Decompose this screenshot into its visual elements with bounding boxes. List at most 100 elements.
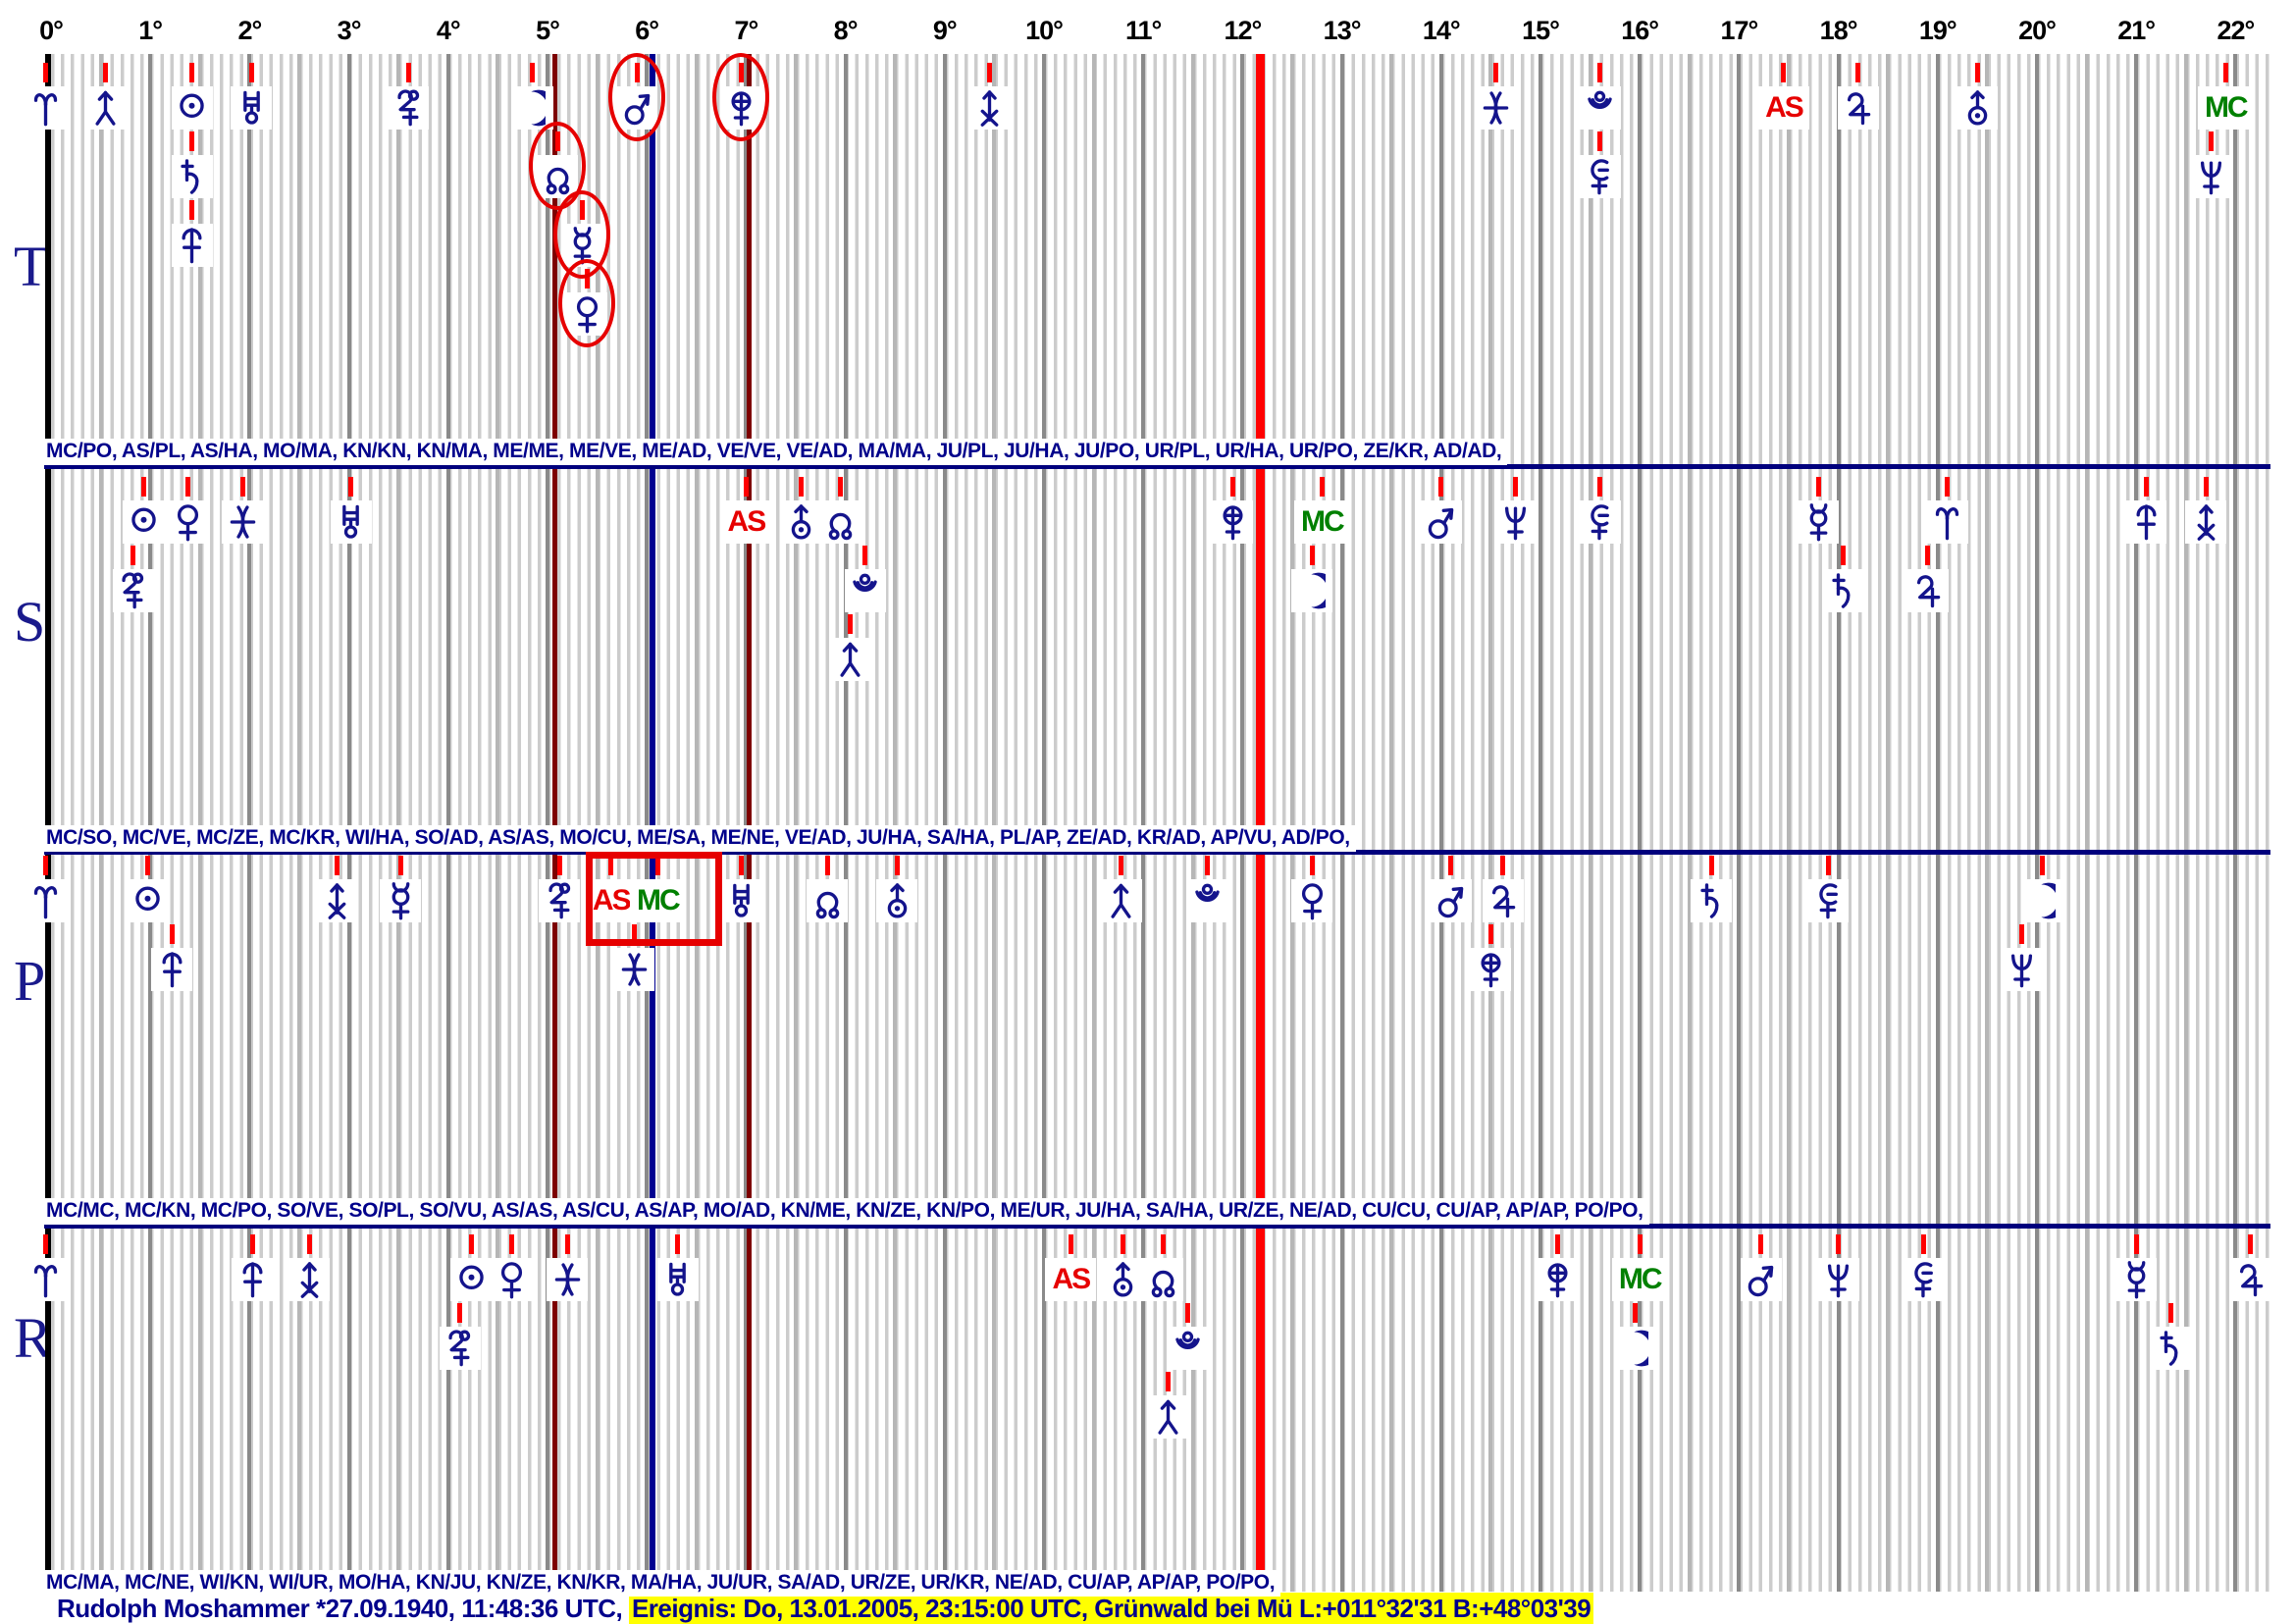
midpoint-list-row: MC/PO, AS/PL, AS/HA, MO/MA, KN/KN, KN/MA… (44, 439, 1507, 465)
glyph-uranus-icon (331, 500, 372, 544)
half-degree-grid-line (198, 54, 202, 1592)
glyph-aries-icon (26, 879, 67, 922)
title-bar: Rudolph Moshammer *27.09.1940, 11:48:36 … (57, 1594, 1593, 1624)
glyph-cupido-icon (539, 879, 580, 922)
glyph-zeus-icon (1101, 879, 1142, 922)
glyph-node-icon (820, 500, 861, 544)
glyph-neptune-icon (1818, 1258, 1859, 1301)
axis-degree-label: 16° (1605, 16, 1674, 46)
degree-grid-line (1936, 54, 1940, 1592)
half-degree-grid-line (1290, 54, 1294, 1592)
glyph-sun-icon (450, 1258, 492, 1301)
glyph-kronos-icon (151, 948, 192, 991)
position-tick (557, 856, 562, 875)
glyph-saturn-icon (1691, 879, 1732, 922)
axis-degree-label: 6° (612, 16, 681, 46)
degree-grid-line (844, 54, 848, 1592)
glyph-aries-icon (26, 86, 67, 130)
position-tick (1925, 546, 1930, 565)
axis-degree-label: 8° (811, 16, 880, 46)
glyph-vulkanus-icon (1103, 1258, 1144, 1301)
midheaven-label: MC (1612, 1258, 1667, 1301)
degree-grid-line (1737, 54, 1741, 1592)
position-tick (848, 614, 853, 634)
degree-grid-line (645, 54, 649, 1592)
glyph-jupiter-icon (2230, 1258, 2271, 1301)
position-tick (2019, 924, 2024, 944)
half-degree-grid-line (496, 54, 499, 1592)
glyph-mercury-icon (1798, 500, 1839, 544)
degree-grid-line (247, 54, 251, 1592)
glyph-hades-icon (1904, 1258, 1945, 1301)
position-tick (799, 477, 804, 497)
position-tick (2209, 131, 2214, 151)
axis-b (747, 54, 752, 1592)
position-tick (838, 477, 843, 497)
half-degree-grid-line (1688, 54, 1692, 1592)
position-tick (1855, 63, 1860, 82)
glyph-mars-icon (1741, 1258, 1782, 1301)
position-tick (457, 1303, 462, 1323)
axis-degree-label: 11° (1109, 16, 1177, 46)
position-tick (240, 477, 245, 497)
position-tick (398, 856, 403, 875)
axis-degree-label: 5° (513, 16, 582, 46)
position-tick (145, 856, 150, 875)
glyph-sun-icon (127, 879, 168, 922)
half-degree-grid-line (1589, 54, 1592, 1592)
glyph-neptune-icon (1495, 500, 1537, 544)
emphasis-rectangle (586, 852, 721, 946)
position-tick (1633, 1303, 1638, 1323)
position-tick (1841, 546, 1846, 565)
glyph-saturn-icon (2151, 1327, 2192, 1370)
glyph-mercury-icon (380, 879, 421, 922)
glyph-kronos-icon (2125, 500, 2166, 544)
position-tick (43, 856, 48, 875)
midheaven-label: MC (2198, 86, 2253, 130)
glyph-poseidon-icon (613, 948, 654, 991)
axis-a (552, 54, 557, 1592)
axis-degree-label: 19° (1904, 16, 1972, 46)
half-degree-grid-line (695, 54, 699, 1592)
glyph-hades-icon (1807, 879, 1849, 922)
axis-degree-label: 1° (116, 16, 184, 46)
position-tick (103, 63, 108, 82)
glyph-sun-icon (172, 86, 213, 130)
ascendant-label: AS (1758, 86, 1809, 130)
glyph-aries-icon (26, 1258, 67, 1301)
position-tick (1488, 924, 1493, 944)
half-degree-grid-line (1488, 54, 1492, 1592)
axis-degree-label: 12° (1208, 16, 1277, 46)
degree-grid-line (2134, 54, 2138, 1592)
glyph-apollon-icon (288, 1258, 330, 1301)
degree-grid-line (1439, 54, 1443, 1592)
position-tick (1448, 856, 1453, 875)
position-tick (1320, 477, 1325, 497)
degree-grid-line (347, 54, 351, 1592)
position-tick (1921, 1234, 1926, 1254)
position-tick (509, 1234, 514, 1254)
half-degree-grid-line (1389, 54, 1393, 1592)
glyph-vulkanus-icon (780, 500, 821, 544)
position-tick (1161, 1234, 1166, 1254)
glyph-saturn-icon (172, 155, 213, 198)
midheaven-label: MC (1294, 500, 1349, 544)
glyph-kronos-icon (172, 224, 213, 267)
glyph-apollon-icon (2185, 500, 2226, 544)
half-degree-grid-line (992, 54, 996, 1592)
position-tick (1826, 856, 1831, 875)
glyph-moon-icon (2021, 879, 2062, 922)
glyph-zeus-icon (1148, 1395, 1189, 1439)
glyph-pluto-icon (845, 569, 886, 612)
axis-degree-label: 0° (17, 16, 85, 46)
position-tick (307, 1234, 312, 1254)
axis-degree-label: 22° (2201, 16, 2269, 46)
position-tick (1709, 856, 1714, 875)
position-tick (1310, 546, 1315, 565)
glyph-admetos-icon (1470, 948, 1511, 991)
half-degree-grid-line (1787, 54, 1791, 1592)
position-tick (348, 477, 353, 497)
glyph-kronos-icon (232, 1258, 273, 1301)
glyph-moon-icon (512, 86, 553, 130)
half-degree-grid-line (99, 54, 103, 1592)
